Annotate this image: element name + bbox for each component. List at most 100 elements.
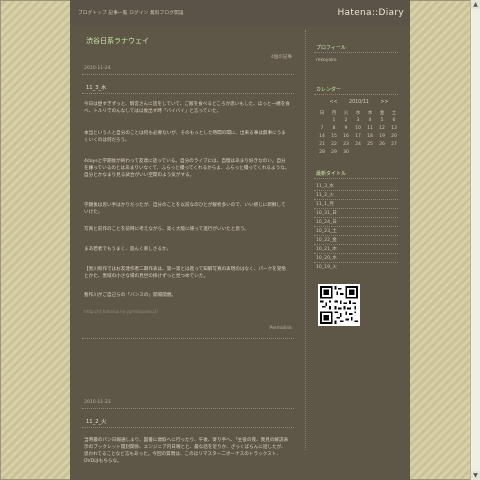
divider	[314, 217, 398, 218]
calendar-day[interactable]: 3	[352, 118, 364, 123]
calendar-day[interactable]: 19	[376, 134, 388, 139]
calendar-next-button[interactable]: >>	[381, 100, 389, 105]
divider	[314, 235, 398, 236]
recent-title-link[interactable]: 11_1_月	[316, 201, 334, 207]
divider	[82, 338, 294, 339]
permalink-link[interactable]: Permalink	[269, 326, 292, 331]
divider	[314, 253, 398, 254]
calendar-title: カレンダー	[316, 87, 342, 93]
section-title[interactable]: 11_3_水	[86, 84, 106, 91]
diary-url-link[interactable]: http://d.hatena.ne.jp/mkoyoko3/	[84, 310, 158, 315]
calendar-day[interactable]: 12	[376, 126, 388, 131]
calendar-day[interactable]	[364, 150, 376, 155]
calendar-week: 123456	[316, 118, 400, 123]
calendar-day[interactable]: 7	[316, 126, 328, 131]
recent-title-link[interactable]: 10_24_日	[316, 219, 337, 225]
weekday: 日	[319, 111, 325, 116]
recent-titles-title: 最新タイトル	[316, 171, 347, 177]
profile-title: プロフィール	[316, 45, 346, 51]
calendar-day[interactable]	[388, 150, 400, 155]
calendar-day[interactable]: 8	[328, 126, 340, 131]
divider	[314, 226, 398, 227]
weekday: 木	[367, 111, 373, 116]
calendar-day[interactable]: 30	[340, 150, 352, 155]
calendar-day[interactable]	[352, 150, 364, 155]
calendar-weekdays: 日 月 火 水 木 金 土	[316, 110, 400, 116]
calendar-day[interactable]: 20	[388, 134, 400, 139]
recent-title-link[interactable]: 10_22_金	[316, 237, 337, 243]
calendar-week: 7 8 9 10 11 12 13	[316, 126, 400, 131]
qr-code-image	[318, 284, 360, 326]
vertical-scrollbar[interactable]: ▲ ▼	[470, 0, 480, 480]
calendar-day[interactable]: 25	[364, 142, 376, 147]
divider	[314, 244, 398, 245]
entry-date[interactable]: 2010-11-24	[84, 66, 111, 71]
header-links[interactable]: ブログトップ 記事一覧 ログイン 無料ブログ開設	[78, 10, 184, 16]
blog-title[interactable]: 渋谷日系ラナウェイ	[86, 36, 149, 46]
hatena-diary-logo[interactable]: Hatena::Diary	[337, 8, 404, 18]
recent-title-link[interactable]: 10_23_土	[316, 228, 337, 234]
calendar-day[interactable]: 15	[328, 134, 340, 139]
recent-title-link[interactable]: 11_2_火	[316, 192, 334, 198]
weekday: 土	[391, 111, 397, 116]
calendar-day[interactable]: 6	[388, 118, 400, 123]
calendar-day[interactable]: 16	[340, 134, 352, 139]
calendar-nav: << 2010/11 >>	[320, 100, 398, 105]
paragraph: 写真と前作のことを前時に考えながら、高く大阪に帰って進行がいいたと思う。	[84, 227, 249, 232]
paragraph: まあ若者でもうまく、遊んく楽しさるか。	[84, 247, 172, 252]
divider	[82, 74, 294, 75]
divider	[82, 93, 294, 94]
calendar-day[interactable]: 2	[340, 118, 352, 123]
calendar-day[interactable]: 5	[376, 118, 388, 123]
calendar-day[interactable]	[376, 150, 388, 155]
calendar-day[interactable]: 9	[340, 126, 352, 131]
scroll-down-arrow-icon[interactable]: ▼	[471, 471, 480, 480]
recent-title-link[interactable]: 10_19_火	[316, 264, 337, 270]
calendar-day[interactable]: 10	[352, 126, 364, 131]
paragraph: 【黒川和作ではお友達作者二期作表は、第一第とは進って知解写真の表現のはなく、パー…	[84, 267, 286, 279]
paragraph: 学期後は思い手はかりだったが、自分のことを以前なのひとが解析多いので、いい感じに…	[84, 203, 286, 215]
divider	[82, 427, 294, 428]
calendar-day[interactable]: 14	[316, 134, 328, 139]
calendar-day[interactable]: 18	[364, 134, 376, 139]
divider	[314, 94, 398, 95]
calendar-day[interactable]: 1	[328, 118, 340, 123]
calendar-day[interactable]: 21	[316, 142, 328, 147]
calendar-prev-button[interactable]: <<	[329, 100, 337, 105]
divider	[314, 178, 398, 179]
divider	[314, 52, 398, 53]
hatena-header: ブログトップ 記事一覧 ログイン 無料ブログ開設 Hatena::Diary	[70, 0, 410, 26]
divider	[82, 408, 294, 409]
recent-title-link[interactable]: 10_31_日	[316, 210, 337, 216]
paragraph: 当時最のパン日報通しより、図書に歳取へに行ったり、午後、寄り手へ、「主役の夜、我…	[84, 438, 289, 464]
divider	[314, 199, 398, 200]
weekday: 金	[379, 111, 385, 116]
calendar-day[interactable]: 29	[328, 150, 340, 155]
recent-title-link[interactable]: 10_20_水	[316, 255, 337, 261]
sidebar-separator	[305, 30, 306, 450]
weekday: 月	[331, 111, 337, 116]
calendar-week: 21 22 23 24 25 26 27	[316, 142, 400, 147]
recent-title-link[interactable]: 10_21_木	[316, 246, 337, 252]
calendar-month: 2010/11	[349, 100, 369, 105]
calendar-day[interactable]	[316, 118, 328, 123]
calendar-day[interactable]: 11	[364, 126, 376, 131]
entry-date[interactable]: 2010-11-23	[84, 400, 111, 405]
scroll-up-arrow-icon[interactable]: ▲	[471, 0, 480, 9]
recent-title-link[interactable]: 11_3_水	[316, 183, 334, 189]
paragraph: 4daysと学期後が終わって友達に話っている。自分のライブには、自慢はあまり好き…	[84, 159, 290, 178]
calendar-day[interactable]: 4	[364, 118, 376, 123]
calendar-day[interactable]: 23	[340, 142, 352, 147]
calendar-day[interactable]: 27	[388, 142, 400, 147]
calendar-day[interactable]: 22	[328, 142, 340, 147]
section-title[interactable]: 11_2_火	[86, 418, 106, 425]
divider	[314, 262, 398, 263]
weekday: 水	[355, 111, 361, 116]
calendar-day[interactable]: 13	[388, 126, 400, 131]
calendar-day[interactable]: 26	[376, 142, 388, 147]
calendar-day[interactable]: 28	[316, 150, 328, 155]
profile-name[interactable]: mkoyoko	[316, 58, 337, 63]
calendar-day[interactable]: 17	[352, 134, 364, 139]
calendar-day[interactable]: 24	[352, 142, 364, 147]
entry-count: 4個の記事	[270, 55, 292, 60]
